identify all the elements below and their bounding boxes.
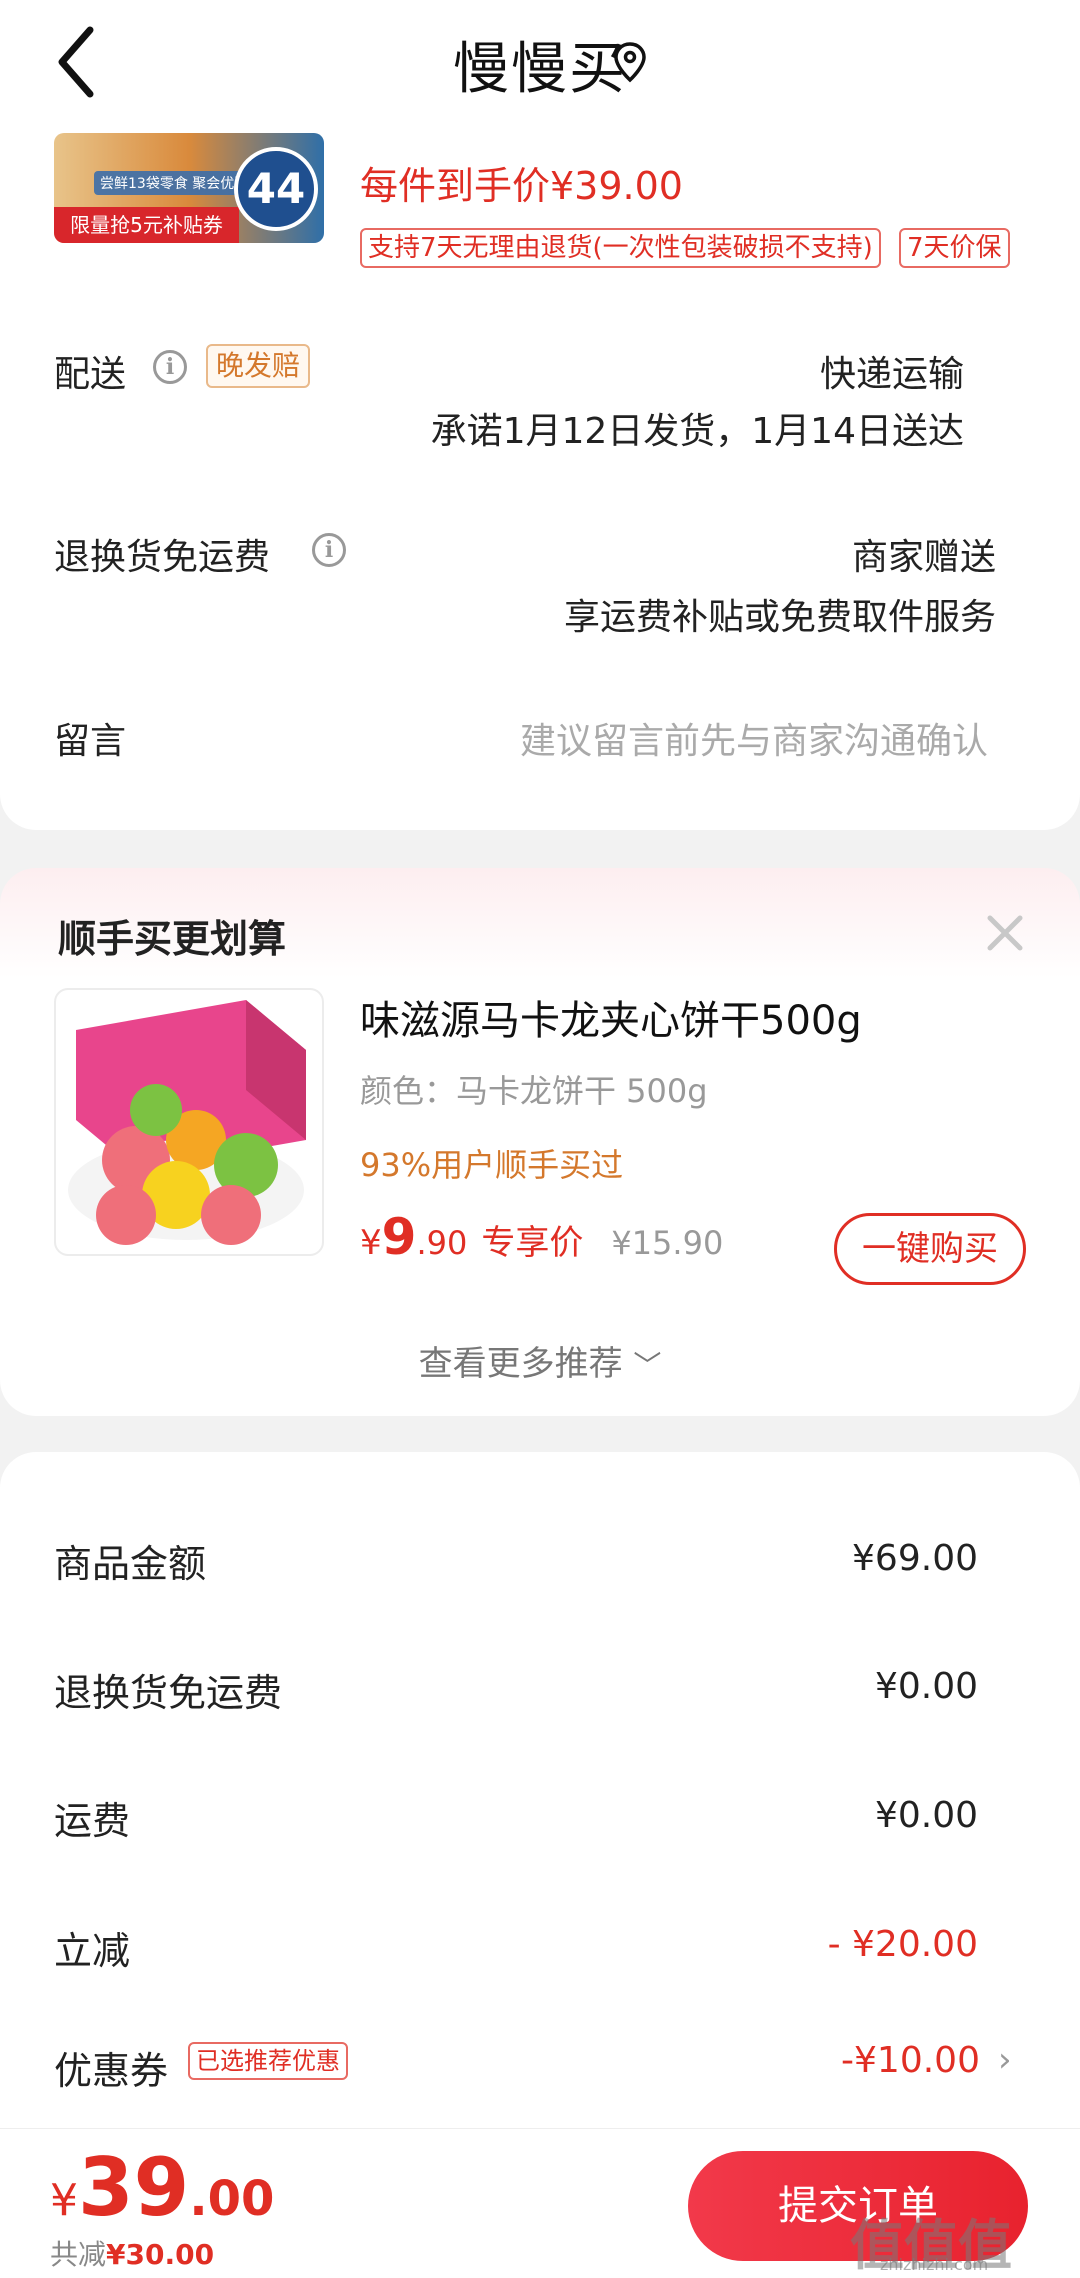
info-icon[interactable]: i — [153, 350, 187, 384]
watermark-url: zhizhizhi.com — [880, 2255, 989, 2274]
recommend-title: 顺手买更划算 — [58, 917, 287, 961]
total-currency: ¥ — [50, 2175, 78, 2226]
message-label: 留言 — [54, 721, 127, 762]
summary-label: 商品金额 — [54, 1542, 207, 1586]
purchase-ratio-tip: 93%用户顺手买过 — [360, 1146, 624, 1184]
return-shipping-desc: 享运费补贴或免费取件服务 — [563, 597, 996, 638]
saved-prefix: 共减 — [50, 2238, 107, 2271]
price-protect-tag: 7天价保 — [899, 228, 1010, 268]
more-recommend-label: 查看更多推荐 — [418, 1344, 623, 1384]
top-bar: 慢慢买 — [0, 0, 1080, 125]
thumb-count-badge: 44 — [234, 147, 318, 231]
recommend-card: 顺手买更划算 味滋源马卡龙夹心饼干500g 颜色：马卡龙饼干 500g 93%用… — [0, 868, 1080, 1416]
delivery-label: 配送 — [54, 354, 127, 395]
summary-value: ¥69.00 — [852, 1538, 978, 1579]
summary-label: 退换货免运费 — [54, 1671, 283, 1715]
more-recommend-link[interactable]: 查看更多推荐 ﹀ — [0, 1336, 1080, 1385]
price-integer: 9 — [381, 1208, 417, 1266]
product-thumbnail[interactable]: 尝鲜13袋零食 聚会优选 限量抢5元补贴券 44 — [54, 133, 324, 243]
coupon-recommended-tag: 已选推荐优惠 — [188, 2042, 348, 2080]
summary-value: ¥0.00 — [874, 1666, 978, 1707]
one-click-buy-button[interactable]: 一键购买 — [834, 1213, 1026, 1285]
return-shipping-value: 商家赠送 — [851, 537, 996, 578]
thumb-caption: 尝鲜13袋零食 聚会优选 — [94, 171, 255, 195]
page-title: 慢慢买 — [453, 37, 627, 102]
saved-value: ¥30.00 — [106, 2238, 215, 2271]
late-compensation-badge: 晚发赔 — [206, 344, 311, 388]
summary-value: ¥0.00 — [874, 1795, 978, 1836]
message-input[interactable]: 建议留言前先与商家沟通确认 — [520, 712, 988, 764]
coupon-value[interactable]: -¥10.00 — [841, 2040, 980, 2081]
product-name: 味滋源马卡龙夹心饼干500g — [360, 998, 862, 1044]
price-decimal: .90 — [416, 1224, 468, 1262]
chevron-down-icon: ﹀ — [633, 1349, 662, 1382]
price-currency: ¥ — [360, 1223, 382, 1263]
location-pin-icon[interactable] — [612, 40, 648, 84]
delivery-method: 快递运输 — [819, 354, 964, 395]
thumb-coupon-strip: 限量抢5元补贴券 — [54, 207, 239, 243]
return-policy-tag: 支持7天无理由退货(一次性包装破损不支持) — [360, 228, 881, 268]
delivery-promise: 承诺1月12日发货，1月14日送达 — [430, 411, 964, 452]
return-shipping-label: 退换货免运费 — [54, 537, 271, 578]
close-icon[interactable] — [980, 908, 1030, 958]
total-integer: 39 — [78, 2141, 190, 2234]
info-icon[interactable]: i — [312, 533, 346, 567]
original-price: ¥15.90 — [611, 1224, 724, 1262]
product-spec: 颜色：马卡龙饼干 500g — [360, 1072, 708, 1110]
exclusive-price-label: 专享价 — [481, 1223, 584, 1263]
product-image[interactable] — [54, 988, 324, 1256]
total-decimal: .00 — [189, 2171, 275, 2227]
product-price: ¥9.90 专享价 ¥15.90 — [360, 1208, 723, 1266]
total-price: ¥39.00 — [50, 2141, 274, 2234]
discount-value: - ¥20.00 — [827, 1924, 978, 1965]
summary-label: 立减 — [54, 1929, 131, 1973]
unit-final-price: 每件到手价¥39.00 — [360, 164, 683, 208]
summary-label: 运费 — [54, 1799, 131, 1843]
coupon-label: 优惠券 — [54, 2049, 169, 2093]
checkout-bar: ¥39.00 共减¥30.00 提交订单 值值值 zhizhizhi.com — [0, 2128, 1080, 2278]
chevron-right-icon[interactable]: › — [998, 2040, 1012, 2080]
total-saved: 共减¥30.00 — [50, 2233, 214, 2273]
